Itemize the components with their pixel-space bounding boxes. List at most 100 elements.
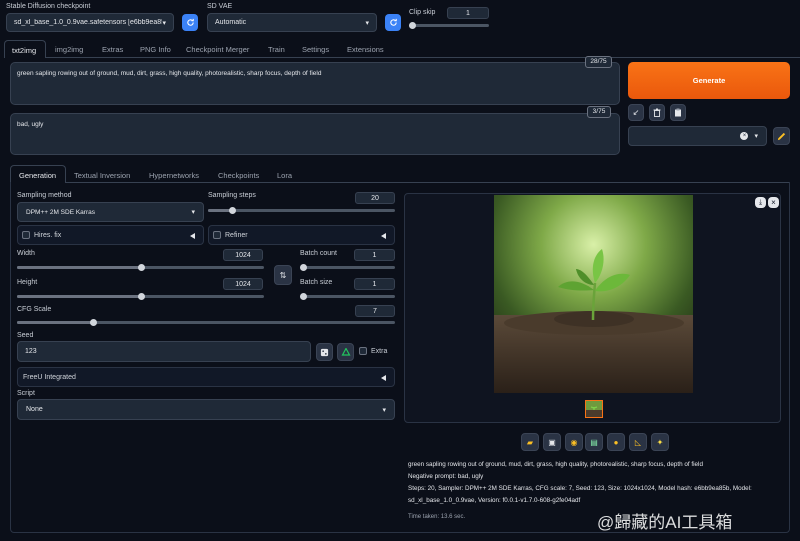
clipboard-button[interactable] [670,104,686,121]
prompt-textarea[interactable]: green sapling rowing out of ground, mud,… [10,62,620,105]
styles-dropdown[interactable]: × ▾ [628,126,767,146]
refiner-checkbox[interactable] [213,231,221,239]
send-to-extras-button[interactable]: ◺ [629,433,647,451]
download-button[interactable]: ⤓ [755,197,766,208]
seed-input[interactable]: 123 [17,341,311,362]
refresh-vae-button[interactable] [385,14,401,31]
zip-icon: ◉ [570,437,578,447]
collapse-arrow-icon [190,233,195,239]
save-button[interactable]: ▣ [543,433,561,451]
batch-size-slider[interactable] [300,293,395,300]
tab-hypernetworks[interactable]: Hypernetworks [149,171,199,180]
cfg-input[interactable]: 7 [355,305,395,317]
tab-img2img[interactable]: img2img [55,45,83,54]
refresh-checkpoint-button[interactable] [182,14,198,31]
hires-checkbox[interactable] [22,231,30,239]
clipboard-icon [675,108,681,117]
prompt-text: green sapling rowing out of ground, mud,… [17,70,322,77]
watermark: @歸藏的AI工具箱 [597,513,733,532]
sampling-steps-slider[interactable] [208,207,395,214]
tab-train[interactable]: Train [268,45,285,54]
freeu-accordion[interactable]: FreeU Integrated [17,367,395,387]
swap-icon: ⇅ [279,270,287,280]
chevron-down-icon: ▾ [162,19,166,27]
edit-styles-button[interactable] [773,127,790,145]
clipskip-input[interactable]: 1 [447,7,489,19]
refiner-accordion[interactable]: Refiner [208,225,395,245]
batch-count-label: Batch count [300,250,337,257]
width-slider[interactable] [17,264,264,271]
negative-prompt-textarea[interactable]: bad, ugly [10,113,620,155]
sparkle-icon: ✦ [656,437,664,447]
cfg-slider[interactable] [17,319,395,326]
trash-icon [653,108,661,117]
clear-icon[interactable]: × [740,132,749,140]
batch-size-label: Batch size [300,279,333,286]
generated-image[interactable] [494,195,693,393]
tab-textual-inversion[interactable]: Textual Inversion [74,171,130,180]
generate-button[interactable]: Generate [628,62,790,99]
vae-value: Automatic [215,19,247,26]
refresh-icon [186,18,194,26]
folder-icon: ▰ [526,437,534,447]
generate-label: Generate [692,76,726,85]
seed-value: 123 [25,348,37,355]
tab-lora[interactable]: Lora [277,171,292,180]
tab-settings[interactable]: Settings [302,45,329,54]
batch-size-input[interactable]: 1 [354,278,395,290]
vae-dropdown[interactable]: Automatic ▾ [207,13,377,32]
image-icon: ▤ [590,437,598,447]
random-seed-button[interactable] [316,343,333,361]
tab-label: txt2img [12,46,37,55]
tab-extras[interactable]: Extras [102,45,123,54]
upscale-button[interactable]: ✦ [651,433,669,451]
extra-checkbox[interactable] [359,347,367,355]
clipskip-slider[interactable] [409,22,489,29]
reuse-seed-button[interactable] [337,343,354,361]
cfg-label: CFG Scale [17,306,52,313]
close-button[interactable]: × [768,197,779,208]
height-slider[interactable] [17,293,264,300]
collapse-arrow-icon [381,375,386,381]
swap-dimensions-button[interactable]: ⇅ [274,265,292,285]
extra-label: Extra [371,348,388,355]
checkpoint-label: Stable Diffusion checkpoint [6,3,91,10]
tab-png-info[interactable]: PNG Info [140,45,171,54]
arrow-icon: ↙ [632,108,640,117]
sampling-steps-input[interactable]: 20 [355,192,395,204]
negative-token-counter: 3/75 [587,106,611,118]
script-label: Script [17,390,35,397]
freeu-label: FreeU Integrated [23,374,76,381]
send-to-inpaint-button[interactable]: ● [607,433,625,451]
script-dropdown[interactable]: None ▾ [17,399,395,420]
close-icon: × [771,198,776,207]
send-to-img2img-button[interactable]: ▤ [585,433,603,451]
collapse-arrow-icon [381,233,386,239]
read-params-button[interactable]: ↙ [628,104,644,121]
tab-txt2img[interactable]: txt2img [4,40,46,58]
height-input[interactable]: 1024 [223,278,263,290]
zip-button[interactable]: ◉ [565,433,583,451]
tab-extensions[interactable]: Extensions [347,45,384,54]
chevron-down-icon: ▾ [365,19,369,27]
checkpoint-dropdown[interactable]: sd_xl_base_1.0_0.9vae.safetensors [e6bb9… [6,13,174,32]
sapling-image [494,195,693,393]
height-label: Height [17,279,38,286]
batch-count-slider[interactable] [300,264,395,271]
info-model: sd_xl_base_1.0_0.9vae, Version: f0.0.1-v… [408,497,581,504]
width-input[interactable]: 1024 [223,249,263,261]
pencil-icon [777,132,786,140]
sampling-method-dropdown[interactable]: DPM++ 2M SDE Karras ▾ [17,202,204,222]
tab-label: Generation [19,171,57,180]
tab-checkpoints[interactable]: Checkpoints [218,171,259,180]
seed-label: Seed [17,332,34,339]
batch-count-input[interactable]: 1 [354,249,395,261]
tab-generation[interactable]: Generation [10,165,66,183]
info-negative: Negative prompt: bad, ugly [408,473,484,480]
trash-button[interactable] [649,104,665,121]
tab-checkpoint-merger[interactable]: Checkpoint Merger [186,45,249,54]
open-folder-button[interactable]: ▰ [521,433,539,451]
sampling-method-value: DPM++ 2M SDE Karras [26,208,95,216]
hires-fix-accordion[interactable]: Hires. fix [17,225,204,245]
thumbnail[interactable] [585,400,603,418]
